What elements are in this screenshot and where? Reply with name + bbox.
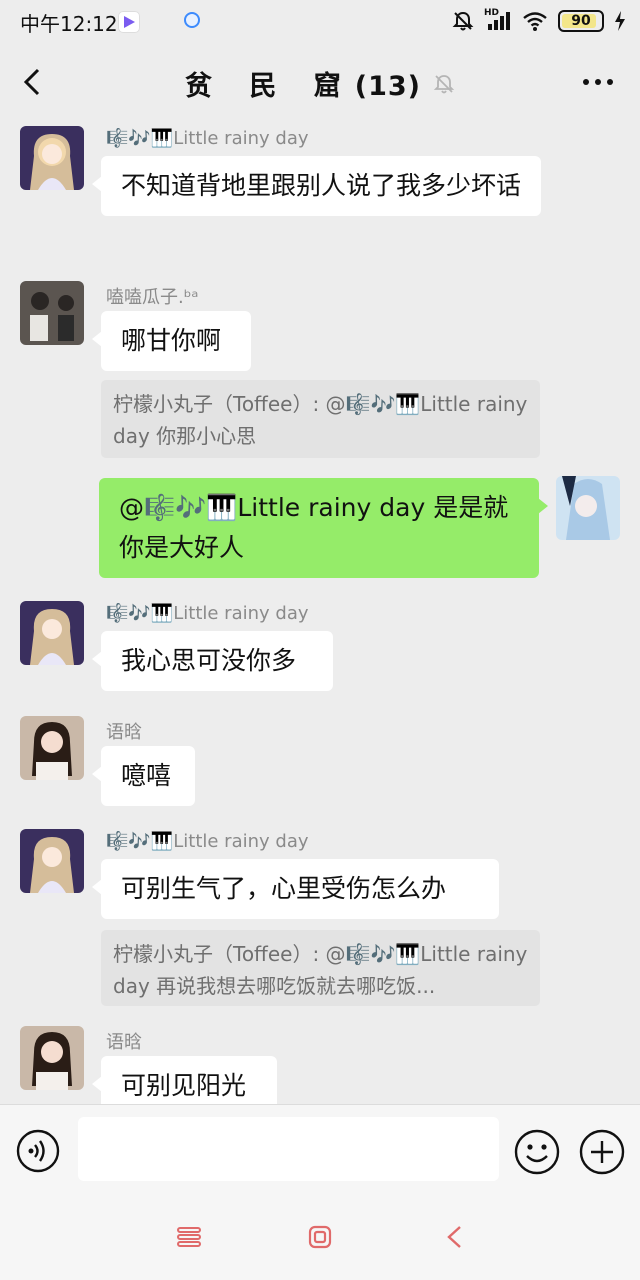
battery-level: 90 <box>571 13 591 29</box>
sender-name: 嗑嗑瓜子.ᵇᵃ <box>106 287 199 308</box>
quoted-reply[interactable]: 柠檬小丸子（Toffee）: @🎼🎶🎹Little rainy day 你那小心… <box>101 380 540 458</box>
status-time: 中午12:12 <box>20 12 118 36</box>
home-icon[interactable] <box>305 1222 335 1252</box>
signal-icon: HD <box>484 8 512 32</box>
sender-name: 语晗 <box>106 722 142 743</box>
message-bubble[interactable]: 可别见阳光 <box>92 1056 277 1104</box>
avatar[interactable] <box>20 601 84 665</box>
battery-indicator: 90 <box>558 10 604 32</box>
voice-icon[interactable] <box>16 1129 60 1173</box>
more-dots-icon[interactable] <box>580 68 616 96</box>
quoted-text: 柠檬小丸子（Toffee）: @🎼🎶🎹Little rainy day 你那小心… <box>113 392 528 448</box>
sender-name: 🎼🎶🎹Little rainy day <box>106 831 309 852</box>
system-nav-bar <box>0 1196 640 1280</box>
wifi-icon <box>523 12 547 31</box>
message-list[interactable]: 🎼🎶🎹Little rainy day 不知道背地里跟别人说了我多少坏话 嗑嗑瓜… <box>0 120 640 1104</box>
plus-icon[interactable] <box>579 1129 625 1175</box>
menu-icon[interactable] <box>174 1222 204 1252</box>
group-name: 贫 民 窟 <box>184 71 355 102</box>
avatar[interactable] <box>20 716 84 780</box>
avatar[interactable] <box>20 281 84 345</box>
avatar[interactable] <box>20 829 84 893</box>
message-input[interactable] <box>78 1117 499 1181</box>
network-badge: HD <box>484 8 500 18</box>
message-bubble[interactable]: 哪甘你啊 <box>92 311 251 371</box>
status-bar: 中午12:12 HD 90 <box>0 0 640 44</box>
sender-name: 🎼🎶🎹Little rainy day <box>106 603 309 624</box>
sender-name: 语晗 <box>106 1032 142 1053</box>
message-bubble[interactable]: 可别生气了，心里受伤怎么办 <box>92 859 499 919</box>
sender-name: 🎼🎶🎹Little rainy day <box>106 128 309 149</box>
browser-notification-icon <box>184 12 200 28</box>
avatar[interactable] <box>20 126 84 190</box>
quoted-reply[interactable]: 柠檬小丸子（Toffee）: @🎼🎶🎹Little rainy day 再说我想… <box>101 930 540 1006</box>
app-notification-icon <box>118 11 140 33</box>
back-nav-icon[interactable] <box>440 1222 470 1252</box>
emoji-icon[interactable] <box>514 1129 560 1175</box>
message-bubble[interactable]: 不知道背地里跟别人说了我多少坏话 <box>92 156 541 216</box>
chat-header: 贫 民 窟(13) <box>0 44 640 120</box>
message-bubble[interactable]: 噫嘻 <box>92 746 195 806</box>
input-bar <box>0 1104 640 1197</box>
member-count: (13) <box>354 71 422 102</box>
avatar[interactable] <box>556 476 620 540</box>
status-icons: HD 90 <box>452 8 626 34</box>
message-bubble[interactable]: @🎼🎶🎹Little rainy day 是是就你是大好人 <box>99 478 548 578</box>
chat-title: 贫 民 窟(13) <box>0 64 640 103</box>
charging-bolt-icon <box>615 11 625 31</box>
mute-icon <box>452 11 474 31</box>
avatar[interactable] <box>20 1026 84 1090</box>
bell-off-icon <box>433 74 455 93</box>
quoted-text: 柠檬小丸子（Toffee）: @🎼🎶🎹Little rainy day 再说我想… <box>113 942 528 998</box>
message-bubble[interactable]: 我心思可没你多 <box>92 631 333 691</box>
